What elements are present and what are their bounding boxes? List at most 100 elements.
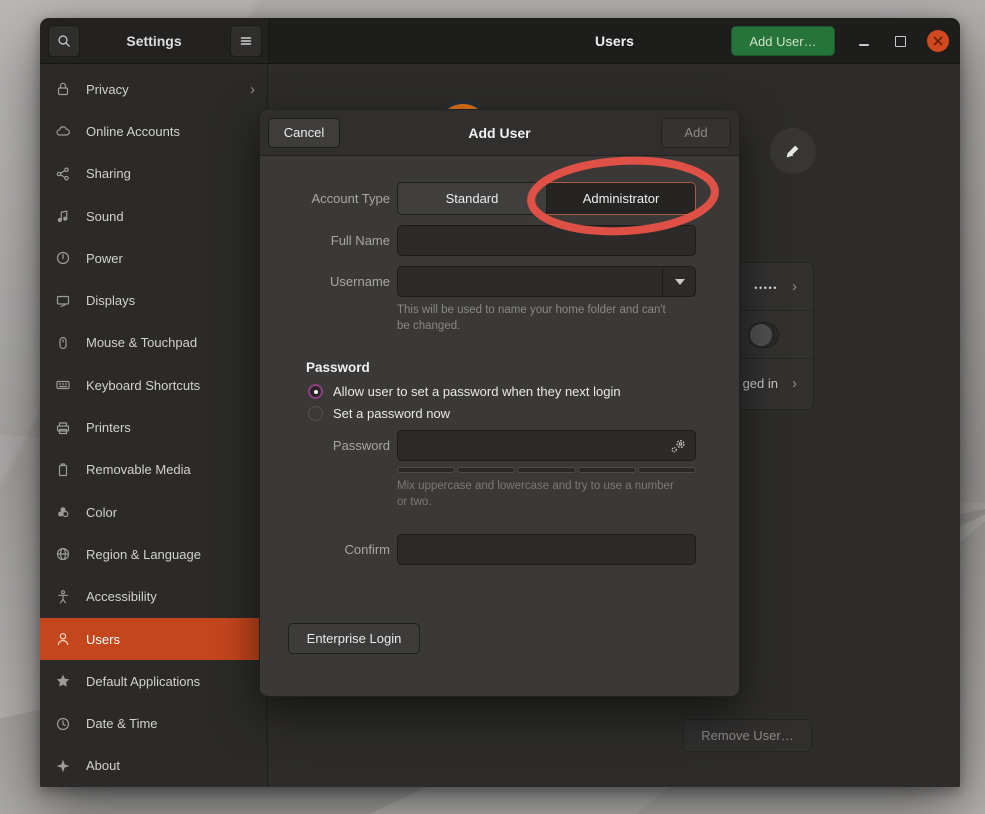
password-input[interactable] <box>397 430 696 461</box>
accessibility-icon <box>55 589 71 605</box>
radio-row-next-login[interactable]: Allow user to set a password when they n… <box>308 384 739 399</box>
account-type-label: Account Type <box>260 191 390 206</box>
pencil-icon <box>784 142 802 160</box>
password-strength-hint: Mix uppercase and lowercase and try to u… <box>397 479 679 510</box>
globe-icon <box>55 546 71 562</box>
minimize-button[interactable] <box>852 30 876 52</box>
standard-option-button[interactable]: Standard <box>397 182 547 215</box>
sidebar-item-users[interactable]: Users <box>40 618 267 660</box>
printer-icon <box>55 420 71 436</box>
radio-set-now-label: Set a password now <box>333 406 450 421</box>
edit-avatar-button[interactable] <box>770 128 816 174</box>
generate-password-icon[interactable] <box>669 438 687 454</box>
users-panel: ••••• › ged in › Remove User… Add User C… <box>268 64 960 787</box>
keyboard-icon <box>55 377 71 393</box>
mouse-icon <box>55 335 71 351</box>
strength-segment <box>517 467 575 473</box>
sidebar-item-printers[interactable]: Printers <box>40 406 267 448</box>
administrator-option-button[interactable]: Administrator <box>547 182 696 215</box>
share-icon <box>55 166 71 182</box>
confirm-input[interactable] <box>397 534 696 565</box>
password-section-heading: Password <box>306 360 739 375</box>
sidebar-item-removable-media[interactable]: Removable Media <box>40 449 267 491</box>
sparkle-icon <box>55 758 71 774</box>
radio-selected-icon[interactable] <box>308 384 323 399</box>
strength-segment <box>397 467 455 473</box>
sidebar-item-displays[interactable]: Displays <box>40 279 267 321</box>
sidebar-item-default-applications[interactable]: Default Applications <box>40 660 267 702</box>
password-row: Password <box>260 430 739 461</box>
chevron-right-icon: › <box>250 82 255 97</box>
password-dots: ••••• <box>754 283 778 293</box>
search-button[interactable] <box>48 25 80 57</box>
search-icon <box>56 33 72 49</box>
user-icon <box>55 631 71 647</box>
radio-row-set-now[interactable]: Set a password now <box>308 406 739 421</box>
sidebar-item-accessibility[interactable]: Accessibility <box>40 576 267 618</box>
close-button[interactable] <box>927 30 949 52</box>
password-label: Password <box>260 438 390 453</box>
username-row: Username <box>260 266 739 297</box>
strength-segment <box>457 467 515 473</box>
menu-button[interactable] <box>230 25 262 57</box>
lock-icon <box>55 81 71 97</box>
color-wheel-icon <box>55 504 71 520</box>
media-icon <box>55 462 71 478</box>
sidebar-item-sound[interactable]: Sound <box>40 195 267 237</box>
sidebar-item-sharing[interactable]: Sharing <box>40 153 267 195</box>
full-name-label: Full Name <box>260 233 390 248</box>
add-button[interactable]: Add <box>661 118 731 148</box>
power-icon <box>55 250 71 266</box>
chevron-right-icon: › <box>792 279 797 294</box>
titlebar: Settings Users Add User… <box>40 18 960 64</box>
autologin-toggle[interactable] <box>748 322 779 348</box>
add-user-button[interactable]: Add User… <box>731 26 835 56</box>
maximize-icon <box>895 36 906 47</box>
close-icon <box>933 36 943 46</box>
username-dropdown-button[interactable] <box>662 266 696 297</box>
sidebar-item-keyboard-shortcuts[interactable]: Keyboard Shortcuts <box>40 364 267 406</box>
minimize-icon <box>859 44 869 46</box>
confirm-row: Confirm <box>260 534 739 565</box>
logged-in-text: ged in <box>743 376 778 391</box>
sidebar-headerbar: Settings <box>40 18 269 64</box>
settings-window: Settings Users Add User… <box>40 18 960 787</box>
cancel-button[interactable]: Cancel <box>268 118 340 148</box>
clock-icon <box>55 716 71 732</box>
chevron-down-icon <box>675 279 685 285</box>
username-hint: This will be used to name your home fold… <box>397 303 679 334</box>
confirm-label: Confirm <box>260 542 390 557</box>
full-name-input[interactable] <box>397 225 696 256</box>
username-label: Username <box>260 274 390 289</box>
enterprise-login-button[interactable]: Enterprise Login <box>288 623 420 654</box>
sidebar-item-privacy[interactable]: Privacy › <box>40 68 267 110</box>
password-strength-meter <box>397 467 696 473</box>
radio-next-login-label: Allow user to set a password when they n… <box>333 384 621 399</box>
sidebar-item-online-accounts[interactable]: Online Accounts <box>40 110 267 152</box>
account-type-segmented: Standard Administrator <box>397 182 696 215</box>
sidebar: Privacy › Online Accounts Sharing Sound … <box>40 64 268 787</box>
sidebar-item-mouse-touchpad[interactable]: Mouse & Touchpad <box>40 322 267 364</box>
strength-segment <box>638 467 696 473</box>
main-headerbar: Users Add User… <box>269 18 960 64</box>
remove-user-button[interactable]: Remove User… <box>683 719 812 752</box>
cloud-icon <box>55 123 71 139</box>
sidebar-item-date-time[interactable]: Date & Time <box>40 702 267 744</box>
hamburger-icon <box>238 33 254 49</box>
sidebar-item-power[interactable]: Power <box>40 237 267 279</box>
full-name-row: Full Name <box>260 225 739 256</box>
sidebar-item-about[interactable]: About <box>40 745 267 787</box>
sidebar-item-region-language[interactable]: Region & Language <box>40 533 267 575</box>
strength-segment <box>578 467 636 473</box>
monitor-icon <box>55 293 71 309</box>
dialog-header: Add User Cancel Add <box>260 110 739 156</box>
account-type-row: Account Type Standard Administrator <box>260 182 739 215</box>
sidebar-item-color[interactable]: Color <box>40 491 267 533</box>
music-note-icon <box>55 208 71 224</box>
star-icon <box>55 673 71 689</box>
toggle-knob <box>750 324 772 346</box>
maximize-button[interactable] <box>888 30 912 52</box>
radio-unselected-icon[interactable] <box>308 406 323 421</box>
add-user-dialog: Add User Cancel Add Account Type Standar… <box>259 109 740 697</box>
username-input[interactable] <box>397 266 696 297</box>
